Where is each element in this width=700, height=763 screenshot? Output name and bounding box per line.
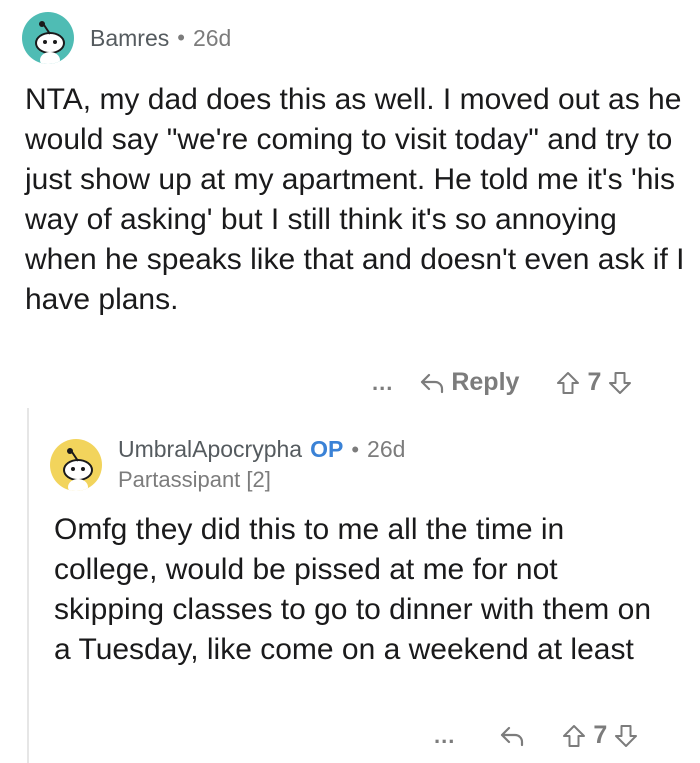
user-flair: Partassipant [2] — [118, 467, 271, 492]
user-avatar[interactable] — [22, 12, 74, 64]
comment-age: 26d — [367, 436, 406, 462]
more-options-icon[interactable]: ... — [434, 723, 455, 749]
comment-header: UmbralApocrypha OP • 26d Partassipant [2… — [50, 436, 405, 493]
snoo-avatar-icon — [35, 21, 65, 64]
upvote-icon[interactable] — [555, 370, 581, 396]
vote-controls: 7 — [561, 721, 639, 750]
vote-score: 7 — [587, 368, 602, 396]
reply-label: Reply — [451, 368, 520, 396]
upvote-icon[interactable] — [561, 723, 587, 749]
username[interactable]: UmbralApocrypha — [118, 436, 302, 463]
separator-dot: • — [177, 25, 185, 50]
thread-line[interactable] — [27, 408, 29, 763]
user-avatar[interactable] — [50, 438, 102, 491]
op-badge: OP — [310, 436, 344, 462]
comment-actions: ... Reply 7 — [372, 368, 633, 397]
comment-actions: ... 7 — [434, 721, 639, 750]
comment-body: NTA, my dad does this as well. I moved o… — [25, 83, 685, 316]
reply-arrow-icon — [501, 726, 524, 746]
comment-body: Omfg they did this to me all the time in… — [54, 513, 651, 666]
downvote-icon[interactable] — [607, 370, 633, 396]
comment-age: 26d — [192, 24, 232, 51]
reply-arrow-icon — [421, 373, 444, 393]
snoo-avatar-icon — [63, 447, 93, 491]
user-meta: UmbralApocrypha OP • 26d Partassipant [2… — [118, 436, 405, 493]
vote-score: 7 — [593, 721, 608, 749]
reply-button[interactable] — [499, 725, 525, 747]
separator-dot: • — [351, 436, 360, 462]
reply-button[interactable]: Reply — [419, 368, 519, 397]
username[interactable]: Bamres — [90, 25, 169, 52]
vote-controls: 7 — [555, 368, 633, 397]
comment-header: Bamres • 26d — [22, 12, 231, 64]
more-options-icon[interactable]: ... — [372, 370, 393, 396]
downvote-icon[interactable] — [613, 723, 639, 749]
